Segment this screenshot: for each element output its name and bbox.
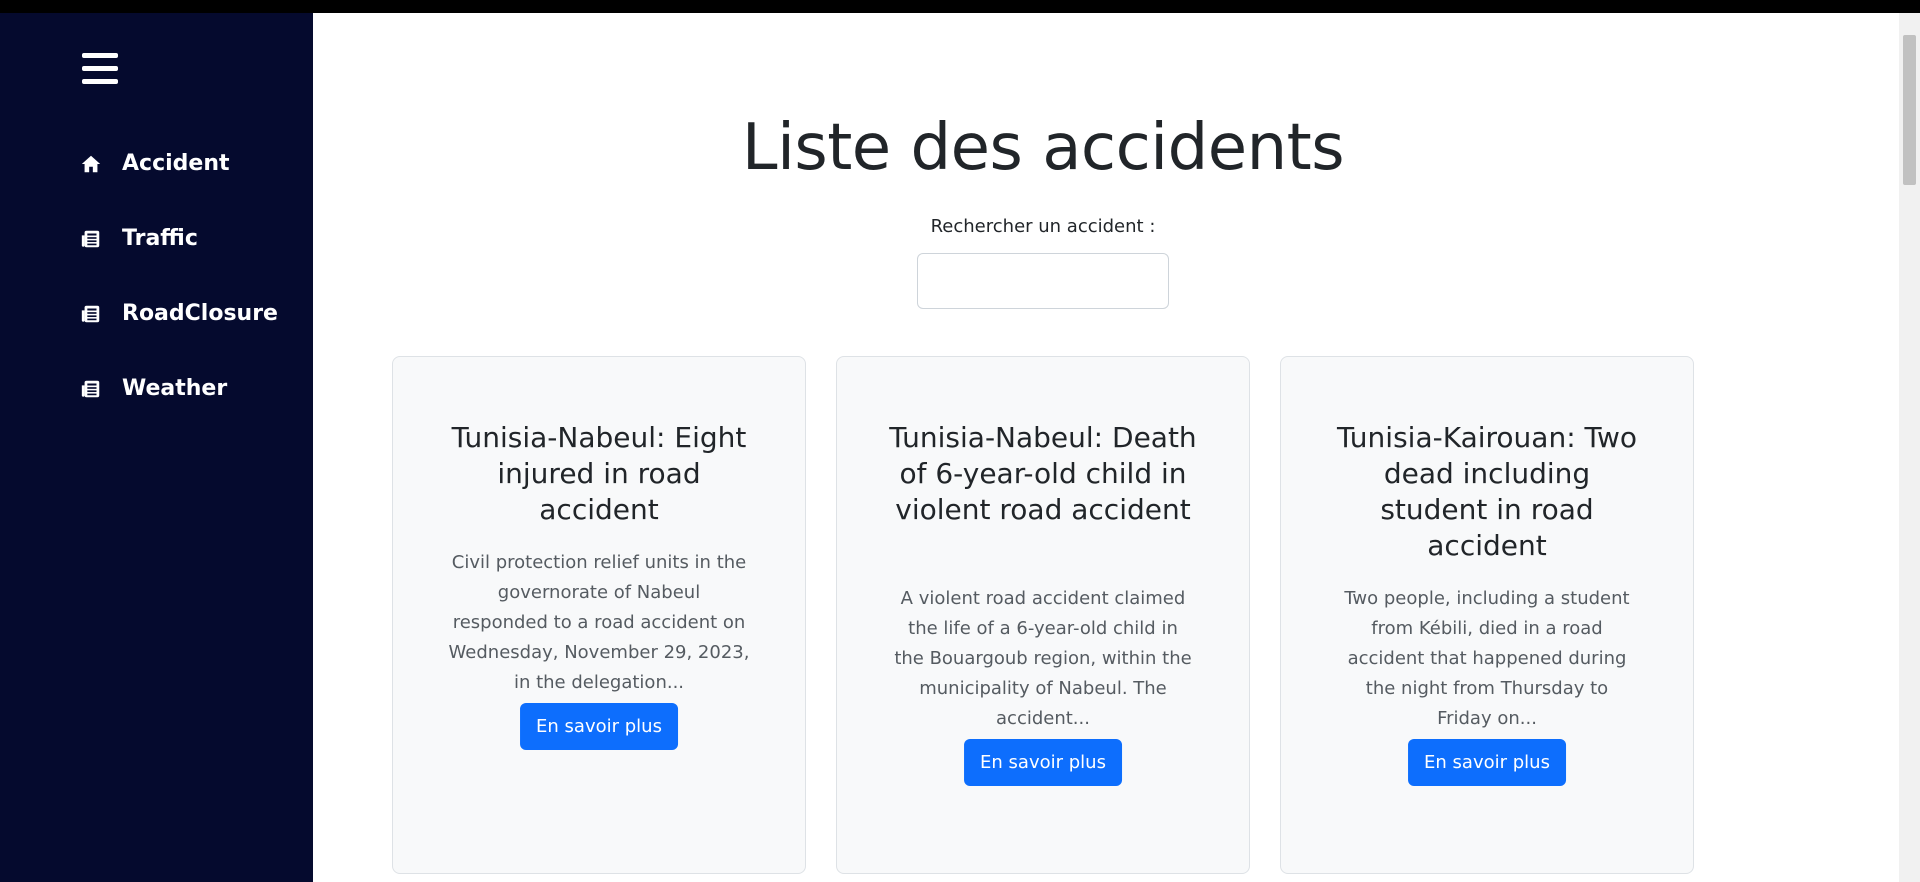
page-title: Liste des accidents bbox=[741, 111, 1345, 185]
search-label: Rechercher un accident : bbox=[930, 216, 1156, 237]
sidebar-item-label: Accident bbox=[122, 151, 230, 176]
sidebar-item-label: Weather bbox=[122, 376, 228, 401]
browser-top-bar bbox=[0, 0, 1920, 13]
sidebar-item-label: Traffic bbox=[122, 226, 198, 251]
accident-card: Tunisia-Nabeul: Death of 6-year-old chil… bbox=[836, 356, 1250, 874]
sidebar-item-accident[interactable]: Accident bbox=[80, 151, 230, 176]
scrollbar-thumb[interactable] bbox=[1903, 35, 1916, 185]
search-input[interactable] bbox=[917, 253, 1169, 309]
newspaper-icon bbox=[81, 230, 100, 247]
sidebar-item-roadclosure[interactable]: RoadClosure bbox=[80, 301, 278, 326]
newspaper-icon bbox=[81, 380, 100, 397]
sidebar-item-label: RoadClosure bbox=[122, 301, 278, 326]
hamburger-menu-icon[interactable] bbox=[82, 52, 118, 86]
read-more-button[interactable]: En savoir plus bbox=[520, 703, 678, 750]
card-title: Tunisia-Nabeul: Death of 6-year-old chil… bbox=[889, 421, 1197, 526]
card-excerpt: Civil protection relief units in the gov… bbox=[448, 552, 750, 693]
read-more-button[interactable]: En savoir plus bbox=[1408, 739, 1566, 786]
card-excerpt: Two people, including a student from Kéb… bbox=[1344, 588, 1630, 729]
sidebar-item-weather[interactable]: Weather bbox=[80, 376, 227, 401]
main-content: Liste des accidents Rechercher un accide… bbox=[313, 13, 1899, 882]
accident-card: Tunisia-Nabeul: Eight injured in road ac… bbox=[392, 356, 806, 874]
card-title: Tunisia-Kairouan: Two dead including stu… bbox=[1336, 421, 1638, 562]
accident-card: Tunisia-Kairouan: Two dead including stu… bbox=[1280, 356, 1694, 874]
newspaper-icon bbox=[81, 305, 100, 322]
sidebar-item-traffic[interactable]: Traffic bbox=[80, 226, 198, 251]
vertical-scrollbar[interactable] bbox=[1899, 13, 1920, 882]
home-icon bbox=[81, 155, 101, 172]
sidebar: Accident Traffic RoadClosure Weather bbox=[0, 13, 313, 882]
read-more-button[interactable]: En savoir plus bbox=[964, 739, 1122, 786]
card-title: Tunisia-Nabeul: Eight injured in road ac… bbox=[451, 421, 747, 526]
card-excerpt: A violent road accident claimed the life… bbox=[894, 588, 1192, 729]
